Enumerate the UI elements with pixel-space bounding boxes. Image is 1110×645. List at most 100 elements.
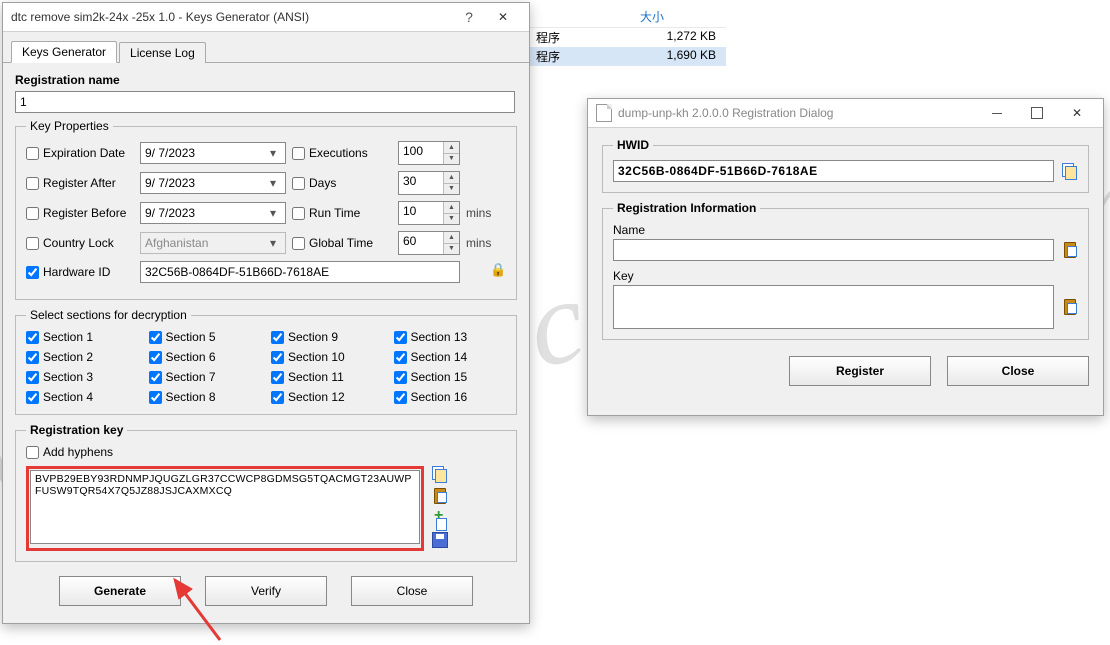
table-row[interactable]: 程序 1,272 KB bbox=[530, 28, 726, 47]
section-checkbox[interactable]: Section 13 bbox=[394, 330, 507, 344]
spinner-up-icon[interactable]: ▲ bbox=[443, 202, 459, 214]
section-checkbox[interactable]: Section 11 bbox=[271, 370, 384, 384]
executions-label: Executions bbox=[309, 146, 368, 160]
lock-icon[interactable] bbox=[490, 264, 506, 280]
section-checkbox[interactable]: Section 15 bbox=[394, 370, 507, 384]
section-checkbox-input[interactable] bbox=[271, 331, 284, 344]
spinner-down-icon[interactable]: ▼ bbox=[443, 184, 459, 195]
country-lock-checkbox[interactable] bbox=[26, 237, 39, 250]
register-before-date-picker[interactable]: 9/ 7/2023▾ bbox=[140, 202, 286, 224]
registration-key-output[interactable] bbox=[30, 470, 420, 544]
close-button[interactable]: Close bbox=[947, 356, 1089, 386]
help-button[interactable]: ? bbox=[455, 9, 483, 25]
copy-icon[interactable] bbox=[432, 466, 448, 482]
executions-checkbox[interactable] bbox=[292, 147, 305, 160]
verify-button[interactable]: Verify bbox=[205, 576, 327, 606]
add-hyphens-checkbox[interactable] bbox=[26, 446, 39, 459]
run-time-checkbox[interactable] bbox=[292, 207, 305, 220]
section-checkbox-input[interactable] bbox=[26, 391, 39, 404]
section-checkbox-input[interactable] bbox=[394, 331, 407, 344]
section-checkbox-input[interactable] bbox=[394, 351, 407, 364]
spinner-up-icon[interactable]: ▲ bbox=[443, 232, 459, 244]
register-after-date-picker[interactable]: 9/ 7/2023▾ bbox=[140, 172, 286, 194]
register-after-checkbox[interactable] bbox=[26, 177, 39, 190]
generate-button[interactable]: Generate bbox=[59, 576, 181, 606]
chevron-down-icon[interactable]: ▾ bbox=[265, 176, 281, 190]
section-checkbox-input[interactable] bbox=[394, 391, 407, 404]
table-header-size[interactable]: 大小 bbox=[530, 8, 674, 25]
section-checkbox-input[interactable] bbox=[394, 371, 407, 384]
close-button[interactable]: Close bbox=[351, 576, 473, 606]
tab-license-log[interactable]: License Log bbox=[119, 42, 206, 63]
titlebar[interactable]: dump-unp-kh 2.0.0.0 Registration Dialog bbox=[588, 99, 1103, 128]
registration-info-legend: Registration Information bbox=[613, 201, 760, 215]
spinner-value: 60 bbox=[399, 232, 443, 254]
titlebar[interactable]: dtc remove sim2k-24x -25x 1.0 - Keys Gen… bbox=[3, 3, 529, 32]
close-icon[interactable] bbox=[483, 5, 523, 29]
paste-icon[interactable] bbox=[1062, 299, 1078, 315]
section-checkbox[interactable]: Section 16 bbox=[394, 390, 507, 404]
name-input[interactable] bbox=[613, 239, 1054, 261]
global-time-spinner[interactable]: 60▲▼ bbox=[398, 231, 460, 255]
section-checkbox-input[interactable] bbox=[26, 331, 39, 344]
days-spinner[interactable]: 30▲▼ bbox=[398, 171, 460, 195]
section-checkbox[interactable]: Section 1 bbox=[26, 330, 139, 344]
file-size-cell: 1,690 KB bbox=[636, 48, 726, 65]
register-before-checkbox[interactable] bbox=[26, 207, 39, 220]
spinner-down-icon[interactable]: ▼ bbox=[443, 214, 459, 225]
section-checkbox[interactable]: Section 2 bbox=[26, 350, 139, 364]
paste-icon[interactable] bbox=[432, 488, 448, 504]
chevron-down-icon[interactable]: ▾ bbox=[265, 146, 281, 160]
chevron-down-icon[interactable]: ▾ bbox=[265, 206, 281, 220]
global-time-checkbox[interactable] bbox=[292, 237, 305, 250]
maximize-icon[interactable] bbox=[1017, 101, 1057, 125]
section-checkbox[interactable]: Section 7 bbox=[149, 370, 262, 384]
spinner-down-icon[interactable]: ▼ bbox=[443, 244, 459, 255]
section-checkbox-input[interactable] bbox=[149, 391, 162, 404]
section-checkbox-input[interactable] bbox=[271, 351, 284, 364]
section-checkbox[interactable]: Section 5 bbox=[149, 330, 262, 344]
country-lock-select[interactable]: Afghanistan▾ bbox=[140, 232, 286, 254]
expiration-date-picker[interactable]: 9/ 7/2023▾ bbox=[140, 142, 286, 164]
section-checkbox[interactable]: Section 3 bbox=[26, 370, 139, 384]
days-checkbox[interactable] bbox=[292, 177, 305, 190]
minimize-icon[interactable] bbox=[977, 101, 1017, 125]
run-time-spinner[interactable]: 10▲▼ bbox=[398, 201, 460, 225]
close-icon[interactable] bbox=[1057, 101, 1097, 125]
section-checkbox-input[interactable] bbox=[149, 331, 162, 344]
register-button[interactable]: Register bbox=[789, 356, 931, 386]
hardware-id-input[interactable] bbox=[140, 261, 460, 283]
save-icon[interactable] bbox=[432, 532, 448, 548]
hardware-id-checkbox[interactable] bbox=[26, 266, 39, 279]
spinner-down-icon[interactable]: ▼ bbox=[443, 154, 459, 165]
executions-spinner[interactable]: 100▲▼ bbox=[398, 141, 460, 165]
section-label: Section 6 bbox=[166, 350, 216, 364]
section-checkbox-input[interactable] bbox=[149, 371, 162, 384]
section-checkbox[interactable]: Section 10 bbox=[271, 350, 384, 364]
key-input[interactable] bbox=[613, 285, 1054, 329]
section-checkbox[interactable]: Section 4 bbox=[26, 390, 139, 404]
registration-key-group: Registration key Add hyphens bbox=[15, 423, 517, 562]
table-row[interactable]: 程序 1,690 KB bbox=[530, 47, 726, 66]
section-checkbox-input[interactable] bbox=[149, 351, 162, 364]
spinner-up-icon[interactable]: ▲ bbox=[443, 172, 459, 184]
spinner-up-icon[interactable]: ▲ bbox=[443, 142, 459, 154]
hwid-field[interactable] bbox=[613, 160, 1054, 182]
add-icon[interactable] bbox=[432, 510, 448, 526]
chevron-down-icon[interactable]: ▾ bbox=[265, 236, 281, 250]
section-checkbox[interactable]: Section 14 bbox=[394, 350, 507, 364]
section-checkbox-input[interactable] bbox=[26, 371, 39, 384]
section-label: Section 13 bbox=[411, 330, 468, 344]
copy-icon[interactable] bbox=[1062, 163, 1078, 179]
section-checkbox[interactable]: Section 12 bbox=[271, 390, 384, 404]
section-checkbox-input[interactable] bbox=[271, 391, 284, 404]
section-checkbox-input[interactable] bbox=[271, 371, 284, 384]
paste-icon[interactable] bbox=[1062, 242, 1078, 258]
section-checkbox[interactable]: Section 6 bbox=[149, 350, 262, 364]
section-checkbox-input[interactable] bbox=[26, 351, 39, 364]
tab-keys-generator[interactable]: Keys Generator bbox=[11, 41, 117, 63]
expiration-date-checkbox[interactable] bbox=[26, 147, 39, 160]
registration-name-input[interactable] bbox=[15, 91, 515, 113]
section-checkbox[interactable]: Section 8 bbox=[149, 390, 262, 404]
section-checkbox[interactable]: Section 9 bbox=[271, 330, 384, 344]
